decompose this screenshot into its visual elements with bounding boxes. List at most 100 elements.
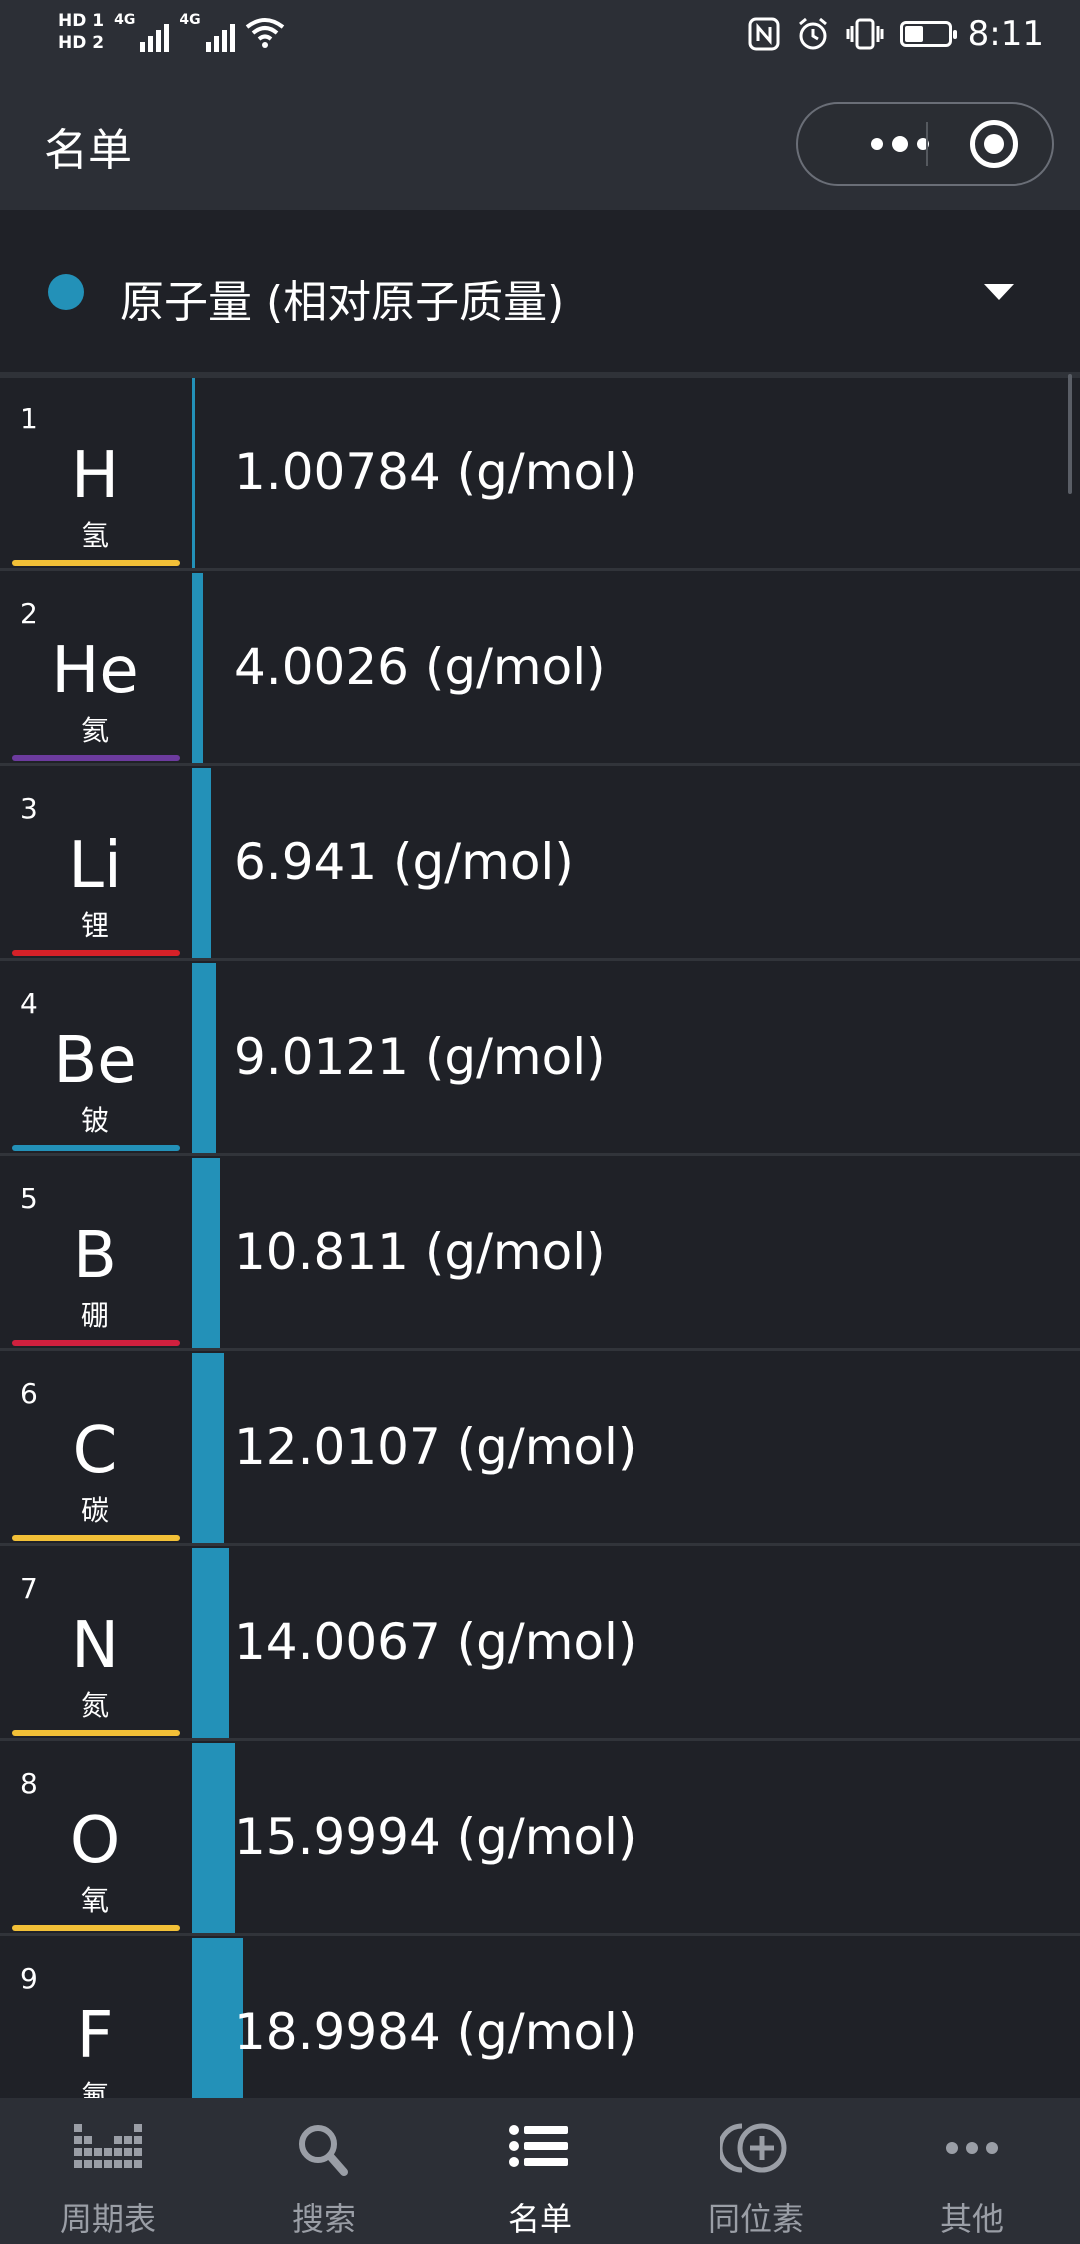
value-bar bbox=[192, 573, 203, 763]
element-row[interactable]: 2 He 氦 4.0026 (g/mol) bbox=[0, 573, 1080, 766]
nav-label: 同位素 bbox=[707, 2200, 804, 2238]
status-bar-right: 8:11 bbox=[748, 14, 1044, 54]
element-symbol: H bbox=[70, 439, 120, 513]
vibrate-icon bbox=[846, 18, 884, 50]
category-underline bbox=[12, 950, 180, 956]
app-header: 名单 bbox=[0, 78, 1080, 210]
category-underline bbox=[12, 1925, 180, 1931]
bottom-nav: 周期表 搜索 名单 同位素 其他 bbox=[0, 2098, 1080, 2244]
value-bar bbox=[192, 768, 211, 958]
element-row[interactable]: 6 C 碳 12.0107 (g/mol) bbox=[0, 1353, 1080, 1546]
element-tile: 6 C碳 bbox=[0, 1353, 190, 1543]
property-color-dot bbox=[48, 274, 84, 310]
element-row[interactable]: 5 B 硼 10.811 (g/mol) bbox=[0, 1158, 1080, 1351]
category-underline bbox=[12, 1145, 180, 1151]
atomic-number: 5 bbox=[20, 1182, 38, 1215]
signal-icon: 4G bbox=[179, 12, 235, 52]
element-tile: 5 B硼 bbox=[0, 1158, 190, 1348]
nav-periodic-table[interactable]: 周期表 bbox=[0, 2098, 216, 2244]
category-underline bbox=[12, 1340, 180, 1346]
status-bar-left: HD 1 HD 2 4G 4G bbox=[58, 12, 285, 52]
element-value: 14.0067 (g/mol) bbox=[234, 1613, 638, 1671]
search-icon bbox=[299, 2125, 348, 2176]
property-selector[interactable]: 原子量 (相对原子质量) bbox=[0, 210, 1080, 372]
element-value: 15.9994 (g/mol) bbox=[234, 1808, 638, 1866]
element-value: 9.0121 (g/mol) bbox=[234, 1028, 606, 1086]
status-bar: HD 1 HD 2 4G 4G 8:11 bbox=[0, 0, 1080, 78]
property-selector-label: 原子量 (相对原子质量) bbox=[120, 277, 565, 328]
element-row[interactable]: 3 Li 锂 6.941 (g/mol) bbox=[0, 768, 1080, 961]
category-underline bbox=[12, 560, 180, 566]
category-underline bbox=[12, 1730, 180, 1736]
atomic-number: 2 bbox=[20, 597, 38, 630]
atomic-number: 1 bbox=[20, 402, 38, 435]
element-row[interactable]: 1 H 氢 1.00784 (g/mol) bbox=[0, 378, 1080, 571]
element-symbol: Li bbox=[68, 829, 122, 903]
nfc-icon bbox=[748, 17, 780, 51]
nav-list[interactable]: 名单 bbox=[432, 2098, 648, 2244]
element-value: 4.0026 (g/mol) bbox=[234, 638, 606, 696]
element-tile: 3 Li 锂 bbox=[0, 768, 190, 958]
element-tile: 8O氧 bbox=[0, 1743, 190, 1933]
element-tile: 9 F氟 bbox=[0, 1938, 190, 2098]
element-name: 碳 bbox=[80, 1494, 109, 1527]
atomic-number: 6 bbox=[20, 1377, 38, 1410]
element-list[interactable]: 1 H 氢 1.00784 (g/mol) 2 He 氦 4.0026 (g/mol) 3 Li 锂… bbox=[0, 378, 1080, 2098]
atomic-number: 3 bbox=[20, 792, 38, 825]
element-tile: 2 He 氦 bbox=[0, 573, 190, 763]
caret-down-icon bbox=[984, 284, 1014, 300]
status-time: 8:11 bbox=[967, 14, 1044, 54]
element-value: 12.0107 (g/mol) bbox=[234, 1418, 638, 1476]
element-name: 锂 bbox=[80, 909, 109, 942]
nav-isotope[interactable]: 同位素 bbox=[648, 2098, 864, 2244]
page-title: 名单 bbox=[44, 125, 132, 176]
more-menu-button[interactable] bbox=[838, 104, 962, 184]
atomic-number: 9 bbox=[20, 1962, 38, 1995]
element-tile: 4 Be 铍 bbox=[0, 963, 190, 1153]
more-icon bbox=[946, 2142, 998, 2154]
element-name: 氢 bbox=[80, 519, 109, 552]
network1-label: 4G bbox=[114, 12, 136, 28]
scrollbar[interactable] bbox=[1068, 374, 1072, 494]
nav-search[interactable]: 搜索 bbox=[216, 2098, 432, 2244]
alarm-icon bbox=[798, 17, 827, 50]
list-icon bbox=[509, 2125, 568, 2167]
element-row[interactable]: 4 Be 铍 9.0121 (g/mol) bbox=[0, 963, 1080, 1156]
nav-label: 周期表 bbox=[59, 2200, 156, 2238]
nav-label: 名单 bbox=[507, 2200, 572, 2238]
value-bar bbox=[192, 1158, 220, 1348]
element-value: 1.00784 (g/mol) bbox=[234, 443, 638, 501]
close-target-icon[interactable] bbox=[970, 120, 1018, 168]
sim1-label: HD 1 bbox=[58, 11, 105, 31]
wifi-icon bbox=[245, 18, 284, 48]
element-name: 氮 bbox=[80, 1689, 109, 1722]
element-value: 6.941 (g/mol) bbox=[234, 833, 574, 891]
atomic-number: 7 bbox=[20, 1572, 38, 1605]
nav-more[interactable]: 其他 bbox=[864, 2098, 1080, 2244]
element-symbol: N bbox=[71, 1609, 119, 1683]
value-bar bbox=[192, 1548, 229, 1738]
element-symbol: B bbox=[73, 1219, 117, 1293]
capsule-divider bbox=[926, 122, 928, 166]
atomic-number: 8 bbox=[20, 1767, 38, 1800]
element-name: 硼 bbox=[80, 1299, 109, 1332]
element-row[interactable]: 8 O 氧 15.9994 (g/mol) bbox=[0, 1743, 1080, 1936]
isotope-icon bbox=[720, 2123, 787, 2173]
element-name: 氧 bbox=[80, 1884, 109, 1917]
nav-label: 其他 bbox=[939, 2200, 1004, 2238]
element-symbol: F bbox=[76, 1999, 114, 2073]
sim2-label: HD 2 bbox=[58, 33, 105, 53]
value-bar bbox=[192, 1743, 235, 1933]
atomic-number: 4 bbox=[20, 987, 38, 1020]
element-row[interactable]: 9 F 氟 18.9984 (g/mol) bbox=[0, 1938, 1080, 2098]
element-value: 18.9984 (g/mol) bbox=[234, 2003, 638, 2061]
value-bar bbox=[192, 1353, 224, 1543]
element-symbol: He bbox=[51, 634, 139, 708]
element-row[interactable]: 7 N 氮 14.0067 (g/mol) bbox=[0, 1548, 1080, 1741]
sim-indicators: HD 1 HD 2 bbox=[58, 12, 104, 52]
value-bar bbox=[192, 963, 216, 1153]
battery-icon bbox=[899, 21, 957, 47]
element-name: 氦 bbox=[80, 714, 109, 747]
element-symbol: O bbox=[69, 1804, 121, 1878]
element-tile: 1H氢 bbox=[0, 378, 190, 568]
